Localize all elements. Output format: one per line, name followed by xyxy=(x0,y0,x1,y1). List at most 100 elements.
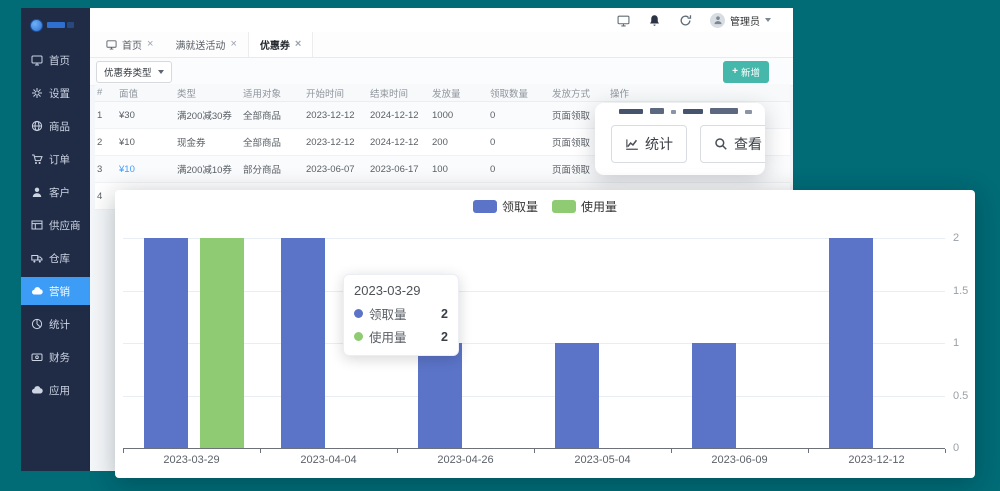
y-axis-tick-label: 2 xyxy=(953,232,959,244)
sidebar-item-label: 订单 xyxy=(49,152,70,167)
sidebar-item-订单[interactable]: 订单 xyxy=(21,145,90,173)
tab-满就送活动[interactable]: 满就送活动 × xyxy=(164,32,247,57)
sidebar-item-设置[interactable]: 设置 xyxy=(21,79,90,107)
cell-start: 2023-12-12 xyxy=(306,137,355,148)
cell-type: 满200减30券 xyxy=(177,111,232,122)
x-axis-category-label: 2023-03-29 xyxy=(142,454,242,466)
topbar: 管理员 xyxy=(90,8,793,32)
cell-value: ¥30 xyxy=(119,110,135,121)
tab-首页[interactable]: 首页 × xyxy=(95,32,164,57)
sidebar-item-统计[interactable]: 统计 xyxy=(21,310,90,338)
user-menu[interactable]: 管理员 xyxy=(710,13,771,28)
x-axis-tick xyxy=(671,449,672,453)
close-icon[interactable]: × xyxy=(295,39,301,50)
bar-使用量-2023-03-29[interactable] xyxy=(200,238,244,448)
user-name: 管理员 xyxy=(730,13,760,28)
column-header: 发放量 xyxy=(430,86,488,100)
y-axis-tick-label: 1 xyxy=(953,337,959,349)
coupon-type-select-label: 优惠券类型 xyxy=(104,65,152,79)
bar-领取量-2023-05-04[interactable] xyxy=(555,343,599,448)
gear-icon xyxy=(31,87,43,99)
cell-end: 2024-12-12 xyxy=(370,137,419,148)
cell-issued: 200 xyxy=(432,137,448,148)
tab-label: 满就送活动 xyxy=(175,37,225,52)
filter-bar: 优惠券类型 + 新增 xyxy=(90,58,793,86)
column-header: 开始时间 xyxy=(304,86,368,100)
bar-领取量-2023-03-29[interactable] xyxy=(144,238,188,448)
close-icon[interactable]: × xyxy=(147,39,153,50)
sidebar-item-label: 财务 xyxy=(49,350,70,365)
cell-value: ¥10 xyxy=(119,137,135,148)
notifications-bell-icon[interactable] xyxy=(648,14,661,27)
close-icon[interactable]: × xyxy=(230,39,236,50)
chevron-down-icon xyxy=(158,70,164,74)
wallet-icon xyxy=(31,351,43,363)
y-axis-tick-label: 0.5 xyxy=(953,390,968,402)
sidebar-item-label: 首页 xyxy=(49,53,70,68)
cell-target: 全部商品 xyxy=(243,111,281,122)
tooltip-series-name: 使用量 xyxy=(369,327,407,346)
cell-type: 现金券 xyxy=(177,138,206,149)
sidebar-item-商品[interactable]: 商品 xyxy=(21,112,90,140)
popup-search-button[interactable]: 查看 xyxy=(700,125,765,163)
tooltip-date: 2023-03-29 xyxy=(354,283,448,298)
tooltip-row: 使用量2 xyxy=(354,327,448,346)
globe-icon xyxy=(31,120,43,132)
sidebar-item-供应商[interactable]: 供应商 xyxy=(21,211,90,239)
clipped-content xyxy=(619,103,761,114)
x-axis-category-label: 2023-06-09 xyxy=(690,454,790,466)
add-coupon-button[interactable]: + 新增 xyxy=(723,61,769,83)
tooltip-series-value: 2 xyxy=(441,307,448,321)
x-axis-tick xyxy=(534,449,535,453)
gridline xyxy=(123,343,945,344)
sidebar-item-label: 应用 xyxy=(49,383,70,398)
sidebar-item-应用[interactable]: 应用 xyxy=(21,376,90,404)
add-coupon-label: 新增 xyxy=(741,65,760,79)
bar-chart-plot: 00.511.522023-03-292023-04-042023-04-262… xyxy=(115,190,975,478)
cell-value[interactable]: ¥10 xyxy=(119,164,135,175)
sidebar-item-仓库[interactable]: 仓库 xyxy=(21,244,90,272)
cell-start: 2023-12-12 xyxy=(306,110,355,121)
truck-icon xyxy=(31,252,43,264)
fullscreen-monitor-icon[interactable] xyxy=(617,14,630,27)
bar-领取量-2023-12-12[interactable] xyxy=(829,238,873,448)
sidebar-item-label: 设置 xyxy=(49,86,70,101)
column-header: 适用对象 xyxy=(241,86,304,100)
cell-start: 2023-06-07 xyxy=(306,164,355,175)
series-dot-icon xyxy=(354,309,363,318)
column-header: # xyxy=(95,87,117,98)
coupon-stats-chart-card: 领取量使用量 00.511.522023-03-292023-04-042023… xyxy=(115,190,975,478)
action-magnifier-popup: 统计查看 xyxy=(595,103,765,175)
sidebar-item-label: 客户 xyxy=(49,185,70,200)
series-dot-icon xyxy=(354,332,363,341)
x-axis-category-label: 2023-05-04 xyxy=(553,454,653,466)
coupon-type-select[interactable]: 优惠券类型 xyxy=(96,61,172,83)
chevron-down-icon xyxy=(765,18,771,22)
sidebar-item-客户[interactable]: 客户 xyxy=(21,178,90,206)
user-icon xyxy=(31,186,43,198)
plus-icon: + xyxy=(732,67,738,77)
tab-label: 优惠券 xyxy=(260,37,290,52)
sidebar-item-营销[interactable]: 营销 xyxy=(21,277,90,305)
column-header: 发放方式 xyxy=(550,86,608,100)
cloud-icon xyxy=(31,384,43,396)
gridline xyxy=(123,238,945,239)
sidebar-item-财务[interactable]: 财务 xyxy=(21,343,90,371)
cell-num: 4 xyxy=(97,191,102,202)
bar-领取量-2023-06-09[interactable] xyxy=(692,343,736,448)
app-logo xyxy=(21,12,90,38)
search-icon xyxy=(714,137,728,151)
cell-issued: 100 xyxy=(432,164,448,175)
popup-chart-button[interactable]: 统计 xyxy=(611,125,687,163)
tab-label: 首页 xyxy=(122,37,142,52)
bar-领取量-2023-04-26[interactable] xyxy=(418,343,462,448)
chart-icon xyxy=(625,137,639,151)
sidebar-item-首页[interactable]: 首页 xyxy=(21,46,90,74)
tab-优惠券[interactable]: 优惠券 × xyxy=(248,32,313,57)
column-header: 类型 xyxy=(175,86,241,100)
chart-tooltip: 2023-03-29 领取量2使用量2 xyxy=(343,274,459,356)
column-header: 面值 xyxy=(117,86,175,100)
bar-领取量-2023-04-04[interactable] xyxy=(281,238,325,448)
sidebar-item-label: 仓库 xyxy=(49,251,70,266)
refresh-icon[interactable] xyxy=(679,14,692,27)
